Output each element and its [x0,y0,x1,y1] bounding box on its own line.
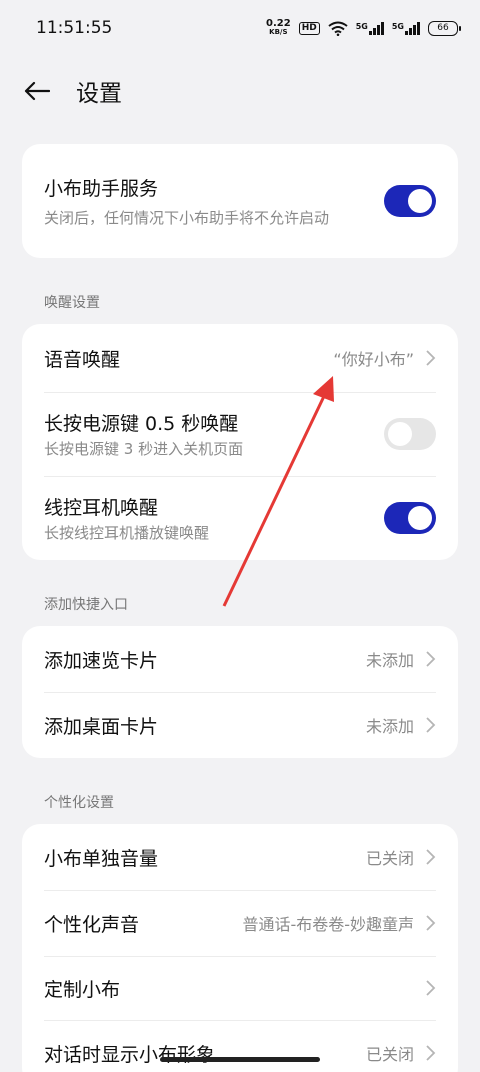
power-key-wake-toggle[interactable] [384,418,436,450]
quick-card-label: 添加速览卡片 [44,649,159,672]
earphone-wake-desc: 长按线控耳机播放键唤醒 [44,523,210,542]
earphone-wake-label: 线控耳机唤醒 [44,496,159,519]
assistant-service-row[interactable]: 小布助手服务 关闭后，任何情况下小布助手将不允许启动 [22,144,458,258]
network-speed: 0.22 KB/S [266,18,291,37]
volume-value: 已关闭 [365,849,414,868]
hd-icon: HD [298,21,320,35]
quick-card-row[interactable]: 添加速览卡片 未添加 [22,626,458,692]
customize-label: 定制小布 [44,978,121,1001]
chevron-right-icon [426,980,436,996]
chevron-right-icon [426,915,436,931]
assistant-card: 小布助手服务 关闭后，任何情况下小布助手将不允许启动 [22,144,458,258]
back-arrow-icon[interactable] [24,77,52,105]
wake-card: 语音唤醒 “你好小布” 长按电源键 0.5 秒唤醒 长按电源键 3 秒进入关机页… [22,324,458,560]
home-indicator[interactable] [160,1057,320,1062]
desktop-card-label: 添加桌面卡片 [44,715,159,738]
desktop-card-row[interactable]: 添加桌面卡片 未添加 [22,692,458,758]
avatar-value: 已关闭 [365,1045,414,1064]
chevron-right-icon [426,350,436,366]
page-title: 设置 [76,81,122,107]
status-bar: 11:51:55 0.22 KB/S HD 5G 5G 66 [0,0,480,56]
quick-card-value: 未添加 [365,651,414,670]
section-shortcut-label: 添加快捷入口 [44,597,128,613]
customize-row[interactable]: 定制小布 [22,956,458,1020]
volume-label: 小布单独音量 [44,847,159,870]
chevron-right-icon [426,1045,436,1061]
status-icons: 0.22 KB/S HD 5G 5G 66 [266,18,461,37]
voice-wake-label: 语音唤醒 [44,348,121,371]
signal-icon: 5G [356,21,384,35]
clock: 11:51:55 [36,18,113,38]
power-key-wake-row[interactable]: 长按电源键 0.5 秒唤醒 长按电源键 3 秒进入关机页面 [22,392,458,476]
battery-icon: 66 [428,20,461,36]
chevron-right-icon [426,717,436,733]
earphone-wake-row[interactable]: 线控耳机唤醒 长按线控耳机播放键唤醒 [22,476,458,560]
avatar-row[interactable]: 对话时显示小布形象 已关闭 [22,1020,458,1072]
custom-voice-row[interactable]: 个性化声音 普通话-布卷卷-妙趣童声 [22,890,458,956]
wifi-icon [328,21,348,36]
signal-icon-2: 5G [392,21,420,35]
section-personal-label: 个性化设置 [44,795,114,811]
shortcut-card: 添加速览卡片 未添加 添加桌面卡片 未添加 [22,626,458,758]
voice-wake-row[interactable]: 语音唤醒 “你好小布” [22,324,458,392]
desktop-card-value: 未添加 [365,717,414,736]
section-wake-label: 唤醒设置 [44,295,100,311]
earphone-wake-toggle[interactable] [384,502,436,534]
header: 设置 [0,56,480,126]
chevron-right-icon [426,651,436,667]
power-key-wake-label: 长按电源键 0.5 秒唤醒 [44,412,239,435]
volume-row[interactable]: 小布单独音量 已关闭 [22,824,458,890]
custom-voice-value: 普通话-布卷卷-妙趣童声 [242,915,414,934]
avatar-label: 对话时显示小布形象 [44,1043,216,1066]
assistant-service-label: 小布助手服务 [44,177,159,200]
personal-card: 小布单独音量 已关闭 个性化声音 普通话-布卷卷-妙趣童声 定制小布 对话时显示… [22,824,458,1072]
chevron-right-icon [426,849,436,865]
custom-voice-label: 个性化声音 [44,913,140,936]
voice-wake-value: “你好小布” [333,350,414,369]
assistant-service-desc: 关闭后，任何情况下小布助手将不允许启动 [44,208,330,227]
power-key-wake-desc: 长按电源键 3 秒进入关机页面 [44,439,244,458]
assistant-service-toggle[interactable] [384,185,436,217]
